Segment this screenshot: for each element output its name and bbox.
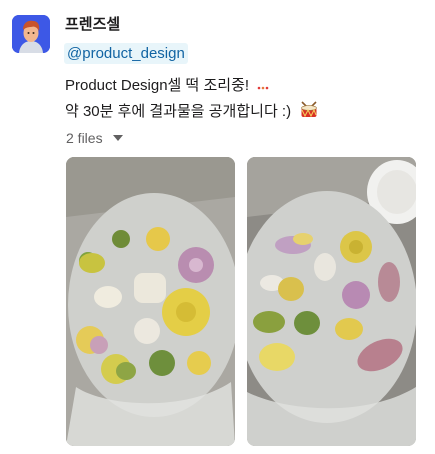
user-mention[interactable]: @product_design	[64, 43, 188, 64]
avatar-person-icon	[12, 15, 50, 53]
drum-emoji-icon	[299, 101, 319, 123]
sender-name[interactable]: 프렌즈셀	[65, 13, 120, 34]
attachment-image-1[interactable]	[66, 157, 235, 446]
caret-down-icon	[112, 135, 123, 141]
files-count-label: 2 files	[66, 130, 103, 146]
message-line-1: Product Design셀 떡 조리중!	[65, 74, 269, 95]
files-toggle[interactable]: 2 files	[66, 130, 123, 146]
message-line-2: 약 30분 후에 결과물을 공개합니다 :)	[65, 100, 319, 123]
dots-emoji-icon	[257, 78, 269, 95]
avatar[interactable]	[12, 15, 50, 53]
message-text-line-2: 약 30분 후에 결과물을 공개합니다 :)	[65, 103, 292, 120]
message-text-line-1: Product Design셀 떡 조리중!	[65, 77, 250, 94]
attachment-image-2[interactable]	[247, 157, 416, 446]
